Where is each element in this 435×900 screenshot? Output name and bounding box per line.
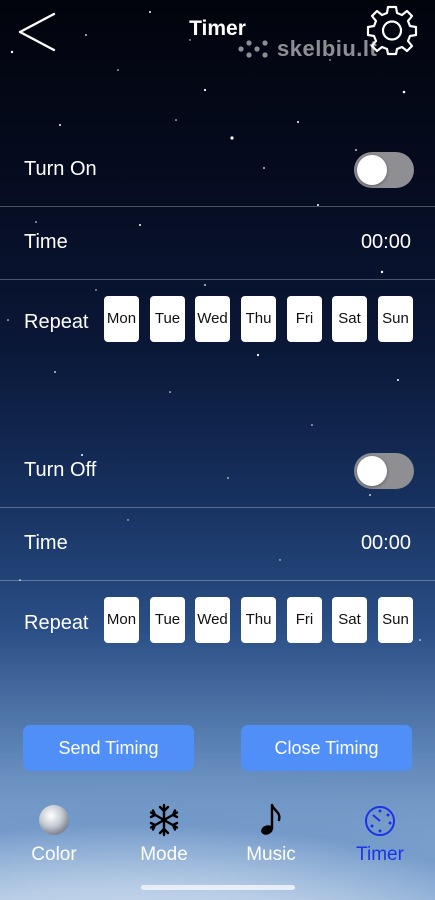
day-tue-button[interactable]: Tue xyxy=(150,296,185,342)
turn-off-time-row[interactable]: Time 00:00 xyxy=(0,508,435,580)
tab-music[interactable]: Music xyxy=(226,802,316,872)
tab-color[interactable]: Color xyxy=(9,802,99,872)
tab-bar: Color Mode Music Timer xyxy=(0,792,435,882)
day-fri-button[interactable]: Fri xyxy=(287,296,322,342)
repeat-label: Repeat xyxy=(24,311,89,333)
tab-label: Timer xyxy=(356,844,404,865)
toggle-knob xyxy=(357,456,387,486)
divider xyxy=(0,580,435,581)
day-wed-button[interactable]: Wed xyxy=(195,296,230,342)
divider xyxy=(0,279,435,280)
timer-dial-icon xyxy=(365,806,395,836)
watermark-text: skelbiu.lt xyxy=(277,36,378,61)
day-sun-button[interactable]: Sun xyxy=(378,296,413,342)
tab-label: Mode xyxy=(140,844,188,865)
day-mon-button[interactable]: Mon xyxy=(104,597,139,643)
time-label: Time xyxy=(24,231,68,253)
turn-on-row: Turn On xyxy=(0,134,435,206)
home-indicator xyxy=(141,885,295,890)
music-note-icon xyxy=(261,803,281,835)
day-thu-button[interactable]: Thu xyxy=(241,597,276,643)
time-label: Time xyxy=(24,532,68,554)
day-wed-button[interactable]: Wed xyxy=(195,597,230,643)
snowflake-icon xyxy=(149,803,179,837)
toggle-knob xyxy=(357,155,387,185)
turn-on-time-value[interactable]: 00:00 xyxy=(361,231,411,254)
turn-on-time-row[interactable]: Time 00:00 xyxy=(0,207,435,279)
day-fri-button[interactable]: Fri xyxy=(287,597,322,643)
repeat-label: Repeat xyxy=(24,612,89,634)
tab-label: Color xyxy=(31,844,77,865)
day-thu-button[interactable]: Thu xyxy=(241,296,276,342)
turn-on-repeat-days: Mon Tue Wed Thu Fri Sat Sun xyxy=(104,296,415,342)
day-sat-button[interactable]: Sat xyxy=(332,296,367,342)
turn-off-time-value[interactable]: 00:00 xyxy=(361,532,411,555)
turn-on-label: Turn On xyxy=(24,158,97,180)
turn-off-repeat-days: Mon Tue Wed Thu Fri Sat Sun xyxy=(104,597,415,643)
tab-mode[interactable]: Mode xyxy=(119,802,209,872)
close-timing-button[interactable]: Close Timing xyxy=(241,725,412,771)
turn-off-toggle[interactable] xyxy=(354,453,414,489)
header: Timer skelbiu.lt xyxy=(0,0,435,64)
send-timing-button[interactable]: Send Timing xyxy=(23,725,194,771)
tab-label: Music xyxy=(246,844,296,865)
tab-timer[interactable]: Timer xyxy=(335,802,425,872)
day-mon-button[interactable]: Mon xyxy=(104,296,139,342)
day-sun-button[interactable]: Sun xyxy=(378,597,413,643)
watermark: skelbiu.lt xyxy=(237,36,377,62)
day-sat-button[interactable]: Sat xyxy=(332,597,367,643)
turn-off-label: Turn Off xyxy=(24,459,97,481)
turn-on-toggle[interactable] xyxy=(354,152,414,188)
day-tue-button[interactable]: Tue xyxy=(150,597,185,643)
watermark-dots-icon xyxy=(238,40,268,58)
color-disc-icon xyxy=(39,805,69,835)
starfield-background xyxy=(7,11,421,641)
turn-off-row: Turn Off xyxy=(0,434,435,506)
